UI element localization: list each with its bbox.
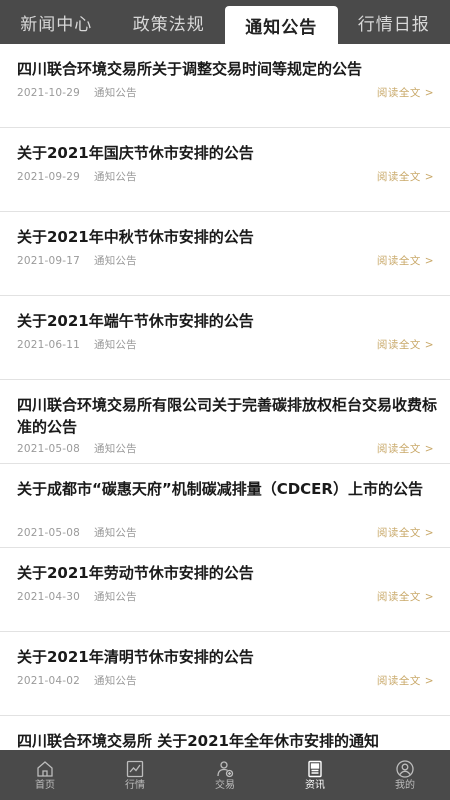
nav-news-label: 资讯 [305,780,325,791]
article-date: 2021-09-29 [17,171,81,183]
bottom-navigation: 首页 行情 交易 资讯 我的 [0,750,450,800]
article-meta: 2021-05-08 通知公告 [17,441,137,456]
read-more-link[interactable]: 阅读全文 > [377,589,434,604]
nav-market-label: 行情 [125,780,145,791]
article-meta: 2021-09-29 通知公告 [17,169,137,184]
nav-home-label: 首页 [35,780,55,791]
list-item[interactable]: 关于2021年端午节休市安排的公告 2021-06-11 通知公告 阅读全文 > [0,296,450,380]
article-title[interactable]: 四川联合环境交易所关于调整交易时间等规定的公告 [17,58,437,80]
article-title[interactable]: 关于2021年清明节休市安排的公告 [17,646,437,668]
profile-icon [396,760,414,778]
article-category: 通知公告 [94,171,137,183]
article-category: 通知公告 [94,527,137,539]
article-date: 2021-09-17 [17,255,81,267]
tab-market-daily[interactable]: 行情日报 [338,0,450,44]
tab-notices[interactable]: 通知公告 [225,6,338,44]
article-title[interactable]: 关于2021年劳动节休市安排的公告 [17,562,437,584]
list-item[interactable]: 四川联合环境交易所关于调整交易时间等规定的公告 2021-10-29 通知公告 阅… [0,44,450,128]
article-title[interactable]: 关于2021年端午节休市安排的公告 [17,310,437,332]
nav-market[interactable]: 行情 [90,750,180,800]
article-category: 通知公告 [94,87,137,99]
list-item[interactable]: 四川联合环境交易所有限公司关于完善碳排放权柜台交易收费标准的公告 2021-05… [0,380,450,464]
article-date: 2021-10-29 [17,87,81,99]
read-more-link[interactable]: 阅读全文 > [377,253,434,268]
list-item[interactable]: 关于2021年国庆节休市安排的公告 2021-09-29 通知公告 阅读全文 > [0,128,450,212]
read-more-link[interactable]: 阅读全文 > [377,337,434,352]
article-meta: 2021-06-11 通知公告 [17,337,137,352]
nav-profile[interactable]: 我的 [360,750,450,800]
article-title[interactable]: 四川联合环境交易所有限公司关于完善碳排放权柜台交易收费标准的公告 [17,394,437,438]
article-date: 2021-04-02 [17,675,81,687]
nav-news[interactable]: 资讯 [270,750,360,800]
nav-profile-label: 我的 [395,780,415,791]
article-meta: 2021-04-02 通知公告 [17,673,137,688]
nav-trade-label: 交易 [215,780,235,791]
read-more-link[interactable]: 阅读全文 > [377,525,434,540]
article-category: 通知公告 [94,675,137,687]
nav-trade[interactable]: 交易 [180,750,270,800]
article-meta: 2021-09-17 通知公告 [17,253,137,268]
article-title[interactable]: 四川联合环境交易所 关于2021年全年休市安排的通知 [17,730,437,750]
article-title[interactable]: 关于2021年中秋节休市安排的公告 [17,226,437,248]
category-tabbar: 新闻中心 政策法规 通知公告 行情日报 [0,0,450,44]
article-category: 通知公告 [94,255,137,267]
news-icon [308,760,322,778]
trade-icon [217,761,234,778]
article-category: 通知公告 [94,443,137,455]
article-meta: 2021-05-08 通知公告 [17,525,137,540]
list-item[interactable]: 四川联合环境交易所 关于2021年全年休市安排的通知 [0,716,450,750]
nav-home[interactable]: 首页 [0,750,90,800]
list-item[interactable]: 关于2021年中秋节休市安排的公告 2021-09-17 通知公告 阅读全文 > [0,212,450,296]
tab-policy-regulations[interactable]: 政策法规 [113,0,226,44]
article-date: 2021-05-08 [17,443,81,455]
read-more-link[interactable]: 阅读全文 > [377,85,434,100]
article-meta: 2021-04-30 通知公告 [17,589,137,604]
article-title[interactable]: 关于成都市“碳惠天府”机制碳减排量（CDCER）上市的公告 [17,478,437,500]
list-item[interactable]: 关于成都市“碳惠天府”机制碳减排量（CDCER）上市的公告 2021-05-08… [0,464,450,548]
read-more-link[interactable]: 阅读全文 > [377,673,434,688]
chart-icon [126,760,144,778]
article-list: 四川联合环境交易所关于调整交易时间等规定的公告 2021-10-29 通知公告 阅… [0,44,450,750]
article-meta: 2021-10-29 通知公告 [17,85,137,100]
article-category: 通知公告 [94,591,137,603]
article-date: 2021-05-08 [17,527,81,539]
tab-news-center[interactable]: 新闻中心 [0,0,113,44]
read-more-link[interactable]: 阅读全文 > [377,441,434,456]
article-date: 2021-04-30 [17,591,81,603]
article-date: 2021-06-11 [17,339,81,351]
list-item[interactable]: 关于2021年劳动节休市安排的公告 2021-04-30 通知公告 阅读全文 > [0,548,450,632]
list-item[interactable]: 关于2021年清明节休市安排的公告 2021-04-02 通知公告 阅读全文 > [0,632,450,716]
article-category: 通知公告 [94,339,137,351]
read-more-link[interactable]: 阅读全文 > [377,169,434,184]
article-title[interactable]: 关于2021年国庆节休市安排的公告 [17,142,437,164]
home-icon [37,761,53,777]
